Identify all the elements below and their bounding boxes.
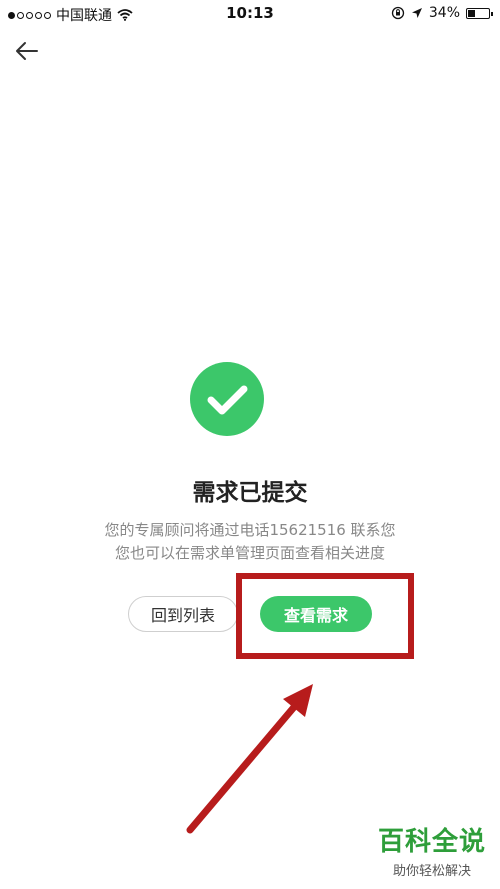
watermark: 百科全说 助你轻松解决 (378, 821, 486, 879)
watermark-title: 百科全说 (377, 827, 486, 857)
watermark-subtitle: 助你轻松解决 (392, 864, 471, 879)
pointer-arrow-icon (186, 684, 313, 834)
